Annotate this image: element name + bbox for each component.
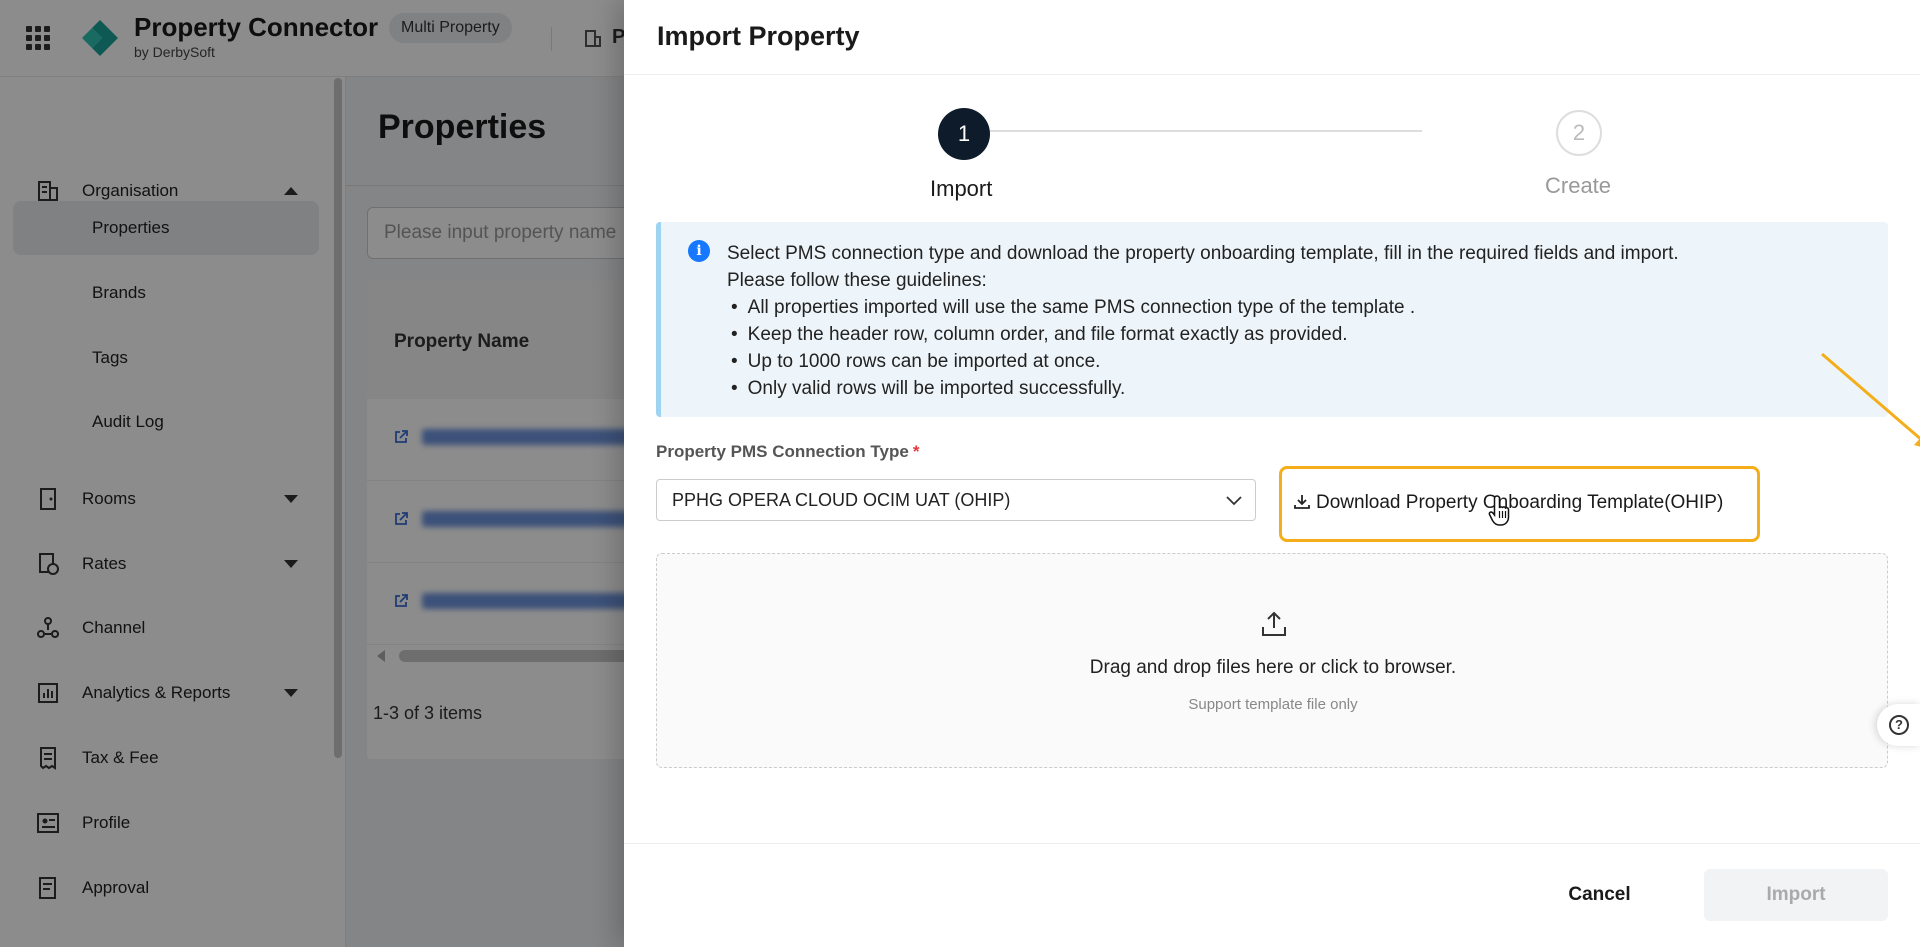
help-icon: ? bbox=[1889, 715, 1909, 735]
download-template-button[interactable]: Download Property Onboarding Template(OH… bbox=[1279, 466, 1760, 542]
upload-icon bbox=[1262, 611, 1286, 636]
step-1-label: Import bbox=[930, 176, 993, 201]
pms-connection-type-select[interactable]: PPHG OPERA CLOUD OCIM UAT (OHIP) bbox=[656, 479, 1256, 521]
step-2-indicator: 2 bbox=[1556, 110, 1602, 156]
guidelines-list: All properties imported will use the sam… bbox=[731, 294, 1415, 402]
guidelines-intro: Select PMS connection type and download … bbox=[727, 240, 1679, 294]
info-icon: i bbox=[688, 240, 710, 262]
guideline-item: Keep the header row, column order, and f… bbox=[731, 321, 1415, 348]
annotation-arrow-icon bbox=[1821, 352, 1920, 447]
import-property-drawer: Import Property 1 Import 2 Create i Sele… bbox=[624, 0, 1920, 947]
select-value: PPHG OPERA CLOUD OCIM UAT (OHIP) bbox=[672, 490, 1011, 510]
guidelines-line-1: Select PMS connection type and download … bbox=[727, 243, 1679, 264]
guideline-item: All properties imported will use the sam… bbox=[731, 294, 1415, 321]
hand-pointer-cursor-icon bbox=[1488, 495, 1510, 526]
download-icon bbox=[1294, 495, 1310, 509]
step-1-indicator: 1 bbox=[938, 108, 990, 160]
drawer-header: Import Property bbox=[624, 0, 1920, 75]
cancel-button[interactable]: Cancel bbox=[1543, 869, 1656, 921]
guideline-item: Up to 1000 rows can be imported at once. bbox=[731, 348, 1415, 375]
drop-zone-text: Drag and drop files here or click to bro… bbox=[1089, 657, 1457, 678]
stepper-connector bbox=[988, 130, 1422, 132]
guideline-item: Only valid rows will be imported success… bbox=[731, 375, 1415, 402]
import-button[interactable]: Import bbox=[1704, 869, 1888, 921]
import-guidelines-alert: i Select PMS connection type and downloa… bbox=[656, 222, 1888, 417]
pms-connection-type-label: Property PMS Connection Type * bbox=[656, 442, 919, 462]
drop-zone-hint: Support template file only bbox=[1188, 696, 1358, 713]
step-2-label: Create bbox=[1545, 173, 1612, 198]
help-button[interactable]: ? bbox=[1877, 704, 1920, 746]
file-drop-zone[interactable]: Drag and drop files here or click to bro… bbox=[656, 553, 1888, 768]
download-template-label: Download Property Onboarding Template(OH… bbox=[1316, 492, 1724, 513]
guidelines-line-2: Please follow these guidelines: bbox=[727, 270, 987, 291]
chevron-down-icon[interactable] bbox=[1225, 491, 1243, 509]
drawer-footer: Cancel Import bbox=[624, 843, 1920, 947]
drawer-title: Import Property bbox=[657, 21, 860, 51]
required-asterisk: * bbox=[912, 442, 920, 461]
field-label-text: Property PMS Connection Type bbox=[656, 442, 909, 461]
